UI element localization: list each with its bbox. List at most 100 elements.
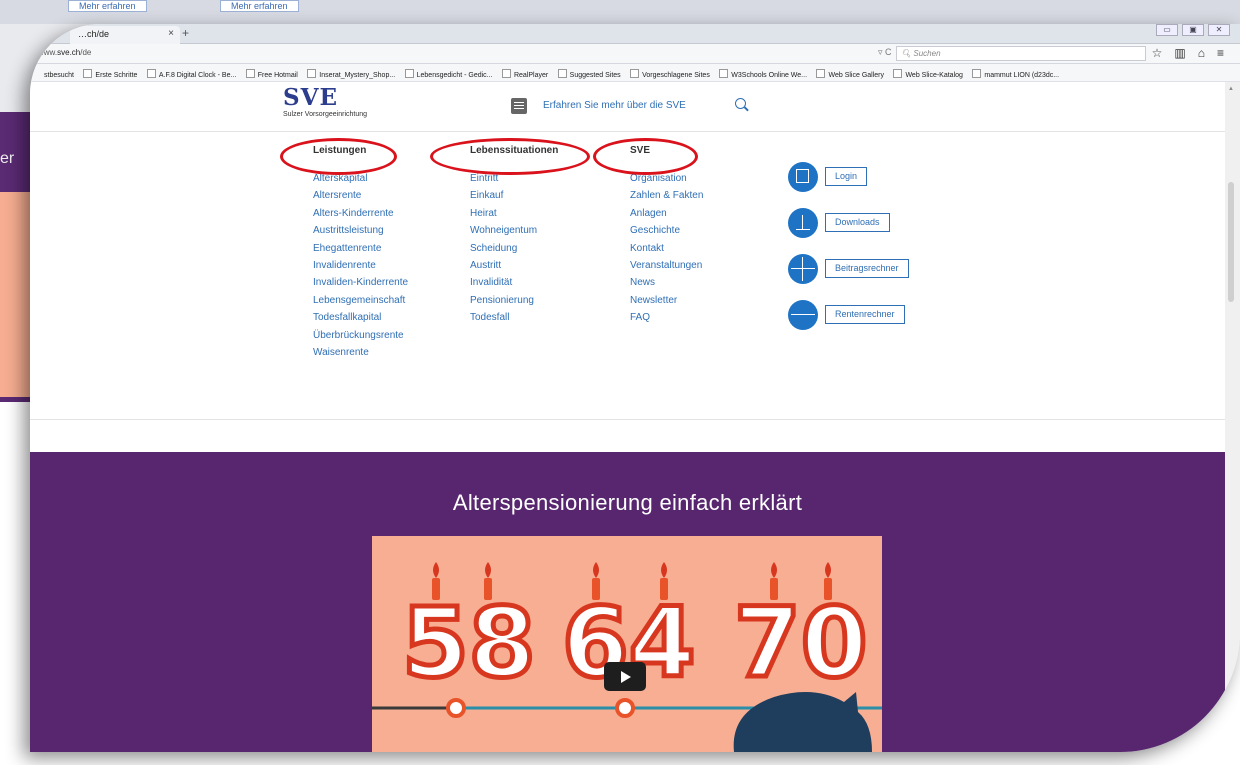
logo-subtitle: Sulzer Vorsorgeeinrichtung: [283, 111, 368, 118]
bookmark-item[interactable]: Web Slice Gallery: [816, 67, 884, 81]
url-path: /de: [80, 48, 92, 57]
menu-link[interactable]: Newsletter: [630, 292, 703, 309]
bookmark-item[interactable]: W3Schools Online We...: [719, 67, 807, 81]
login-button[interactable]: Login: [825, 167, 868, 186]
home-icon[interactable]: ⌂: [1198, 46, 1205, 60]
window-controls: ▭ ▣ ✕: [1156, 24, 1230, 40]
video-number-70: 70: [734, 587, 868, 699]
plus-icon[interactable]: [788, 254, 818, 284]
close-tab-icon[interactable]: ×: [168, 28, 174, 39]
beitragsrechner-button[interactable]: Beitragsrechner: [825, 259, 909, 278]
search-placeholder: Suchen: [913, 49, 941, 58]
minus-icon[interactable]: [788, 300, 818, 330]
menu-link[interactable]: Invalidität: [470, 274, 558, 291]
menu-column-sve: SVE Organisation Zahlen & Fakten Anlagen…: [630, 132, 703, 327]
browser-search-input[interactable]: 🔍︎ Suchen: [896, 46, 1146, 61]
tab-sve[interactable]: …ch/de ×: [70, 26, 180, 44]
menu-link[interactable]: Alterskapital: [313, 170, 408, 187]
bookmark-item[interactable]: RealPlayer: [502, 67, 548, 81]
background-video-edge: [0, 192, 34, 397]
screenshot-stage: Mehr erfahren Mehr erfahren ⌄ er …ch/de …: [0, 0, 1240, 765]
browser-window: …ch/de × + ▭ ▣ ✕ www.sve.ch/de ▿ C 🔍︎ Su…: [30, 24, 1240, 752]
menu-link[interactable]: Pensionierung: [470, 292, 558, 309]
bookmark-item[interactable]: Erste Schritte: [83, 67, 137, 81]
bookmark-item[interactable]: Suggested Sites: [558, 67, 621, 81]
background-strip: [0, 0, 1240, 24]
menu-link[interactable]: Organisation: [630, 170, 703, 187]
hero-section: Alterspensionierung einfach erklärt 58 6…: [30, 452, 1225, 752]
login-icon[interactable]: [788, 162, 818, 192]
hamburger-menu-icon[interactable]: ≡: [1217, 46, 1224, 60]
menu-link[interactable]: Überbrückungsrente: [313, 327, 408, 344]
menu-link[interactable]: Austritt: [470, 257, 558, 274]
menu-link[interactable]: Waisenrente: [313, 344, 408, 361]
new-tab-button[interactable]: +: [182, 26, 189, 40]
background-side-text: er: [0, 150, 15, 167]
play-button-icon[interactable]: [604, 662, 646, 691]
minimize-button[interactable]: ▭: [1156, 24, 1178, 36]
menu-link[interactable]: Austrittsleistung: [313, 222, 408, 239]
menu-link[interactable]: Altersrente: [313, 187, 408, 204]
menu-link[interactable]: Zahlen & Fakten: [630, 187, 703, 204]
bookmark-item[interactable]: Vorgeschlagene Sites: [630, 67, 710, 81]
bookmark-item[interactable]: Web Slice-Katalog: [893, 67, 962, 81]
star-icon[interactable]: ☆: [1152, 46, 1163, 60]
menu-link[interactable]: Geschichte: [630, 222, 703, 239]
bookmark-item[interactable]: Inserat_Mystery_Shop...: [307, 67, 395, 81]
page-scrollbar[interactable]: ▲: [1225, 82, 1240, 752]
menu-link[interactable]: Kontakt: [630, 240, 703, 257]
bookmarks-bar: stbesucht Erste Schritte A.F.8 Digital C…: [30, 64, 1240, 82]
hamburger-menu-icon[interactable]: [511, 98, 527, 114]
column-heading: Leistungen: [313, 145, 367, 156]
menu-column-leistungen: Leistungen Alterskapital Altersrente Alt…: [313, 132, 408, 361]
menu-link[interactable]: Veranstaltungen: [630, 257, 703, 274]
scroll-up-arrow-icon[interactable]: ▲: [1228, 86, 1234, 92]
maximize-button[interactable]: ▣: [1182, 24, 1204, 36]
video-thumbnail-illustration: 58 64 70: [372, 562, 882, 752]
search-icon[interactable]: [735, 98, 746, 109]
bg-mehr-erfahren-button-1[interactable]: Mehr erfahren: [68, 0, 147, 12]
menu-link[interactable]: Invaliden-Kinderrente: [313, 274, 408, 291]
menu-link[interactable]: Anlagen: [630, 205, 703, 222]
tab-title: …ch/de: [78, 29, 110, 39]
menu-link[interactable]: Scheidung: [470, 240, 558, 257]
column-heading: Lebenssituationen: [470, 145, 559, 156]
menu-link[interactable]: Eintritt: [470, 170, 558, 187]
close-window-button[interactable]: ✕: [1208, 24, 1230, 36]
url-field[interactable]: www.sve.ch/de: [38, 48, 91, 57]
logo-wordmark: SVE: [283, 84, 338, 111]
menu-toggle-link[interactable]: Erfahren Sie mehr über die SVE: [543, 100, 686, 111]
menu-link[interactable]: Wohneigentum: [470, 222, 558, 239]
scrollbar-thumb[interactable]: [1228, 182, 1234, 302]
sve-logo[interactable]: SVE Sulzer Vorsorgeeinrichtung: [283, 84, 368, 119]
menu-link[interactable]: Heirat: [470, 205, 558, 222]
explainer-video[interactable]: 58 64 70: [372, 536, 882, 752]
bookmark-item[interactable]: Lebensgedicht - Gedic...: [405, 67, 493, 81]
downloads-button[interactable]: Downloads: [825, 213, 890, 232]
menu-link[interactable]: Alters-Kinderrente: [313, 205, 408, 222]
menu-link[interactable]: Invalidenrente: [313, 257, 408, 274]
bookmark-item[interactable]: stbesucht: [44, 67, 74, 81]
piggy-bank-icon: [733, 692, 872, 752]
library-icon[interactable]: ▥: [1174, 46, 1185, 60]
menu-link[interactable]: News: [630, 274, 703, 291]
bookmark-item[interactable]: mammut LION (d23dc...: [972, 67, 1059, 81]
bg-mehr-erfahren-button-2[interactable]: Mehr erfahren: [220, 0, 299, 12]
video-number-58: 58: [402, 587, 536, 699]
reload-icon[interactable]: ▿ C: [878, 47, 892, 58]
menu-link[interactable]: Einkauf: [470, 187, 558, 204]
hero-title: Alterspensionierung einfach erklärt: [452, 490, 803, 515]
menu-link[interactable]: Todesfallkapital: [313, 309, 408, 326]
menu-link[interactable]: Todesfall: [470, 309, 558, 326]
search-icon: 🔍︎: [901, 49, 914, 58]
mega-menu: Leistungen Alterskapital Altersrente Alt…: [30, 132, 1225, 420]
bookmark-item[interactable]: Free Hotmail: [246, 67, 298, 81]
menu-link[interactable]: FAQ: [630, 309, 703, 326]
site-header: SVE Sulzer Vorsorgeeinrichtung Erfahren …: [30, 82, 1225, 132]
menu-link[interactable]: Lebensgemeinschaft: [313, 292, 408, 309]
rentenrechner-button[interactable]: Rentenrechner: [825, 305, 905, 324]
bookmark-item[interactable]: A.F.8 Digital Clock - Be...: [147, 67, 236, 81]
url-prefix: www.: [38, 48, 58, 57]
menu-link[interactable]: Ehegattenrente: [313, 240, 408, 257]
download-icon[interactable]: [788, 208, 818, 238]
